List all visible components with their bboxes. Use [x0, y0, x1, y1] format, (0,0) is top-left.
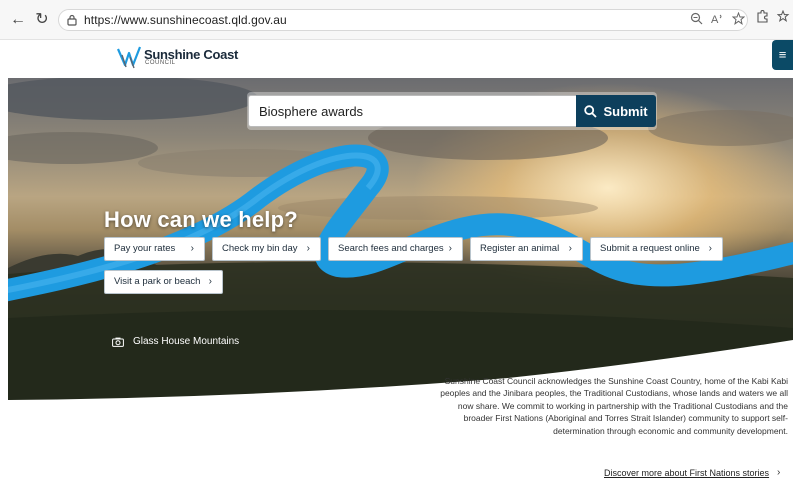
logo-subtitle: COUNCIL [145, 60, 176, 66]
read-aloud-icon[interactable]: A [710, 12, 726, 28]
svg-text:A: A [711, 14, 719, 25]
reload-icon[interactable]: ↻ [32, 10, 52, 30]
search-bar: Submit [247, 92, 657, 130]
chevron-right-icon: › [306, 243, 310, 254]
quick-link-submit-request[interactable]: Submit a request online › [590, 237, 723, 261]
acknowledgement-text: Sunshine Coast Council acknowledges the … [440, 376, 788, 436]
menu-button[interactable]: ≡ [772, 40, 793, 70]
photo-caption: Glass House Mountains [112, 336, 239, 347]
address-bar[interactable]: https://www.sunshinecoast.qld.gov.au A [58, 9, 748, 31]
favorites-bar-icon[interactable] [774, 9, 793, 30]
quick-link-pay-rates[interactable]: Pay your rates › [104, 237, 205, 261]
search-icon [584, 105, 598, 118]
favorite-star-icon[interactable] [730, 11, 746, 28]
quick-link-register-animal[interactable]: Register an animal › [470, 237, 583, 261]
chevron-right-icon: › [777, 467, 781, 478]
camera-icon [112, 337, 124, 347]
chevron-right-icon: › [190, 243, 194, 254]
search-input[interactable] [248, 95, 578, 127]
quick-link-park-beach[interactable]: Visit a park or beach › [104, 270, 223, 294]
chevron-right-icon: › [208, 276, 212, 287]
caption-text: Glass House Mountains [133, 336, 240, 347]
quick-link-label: Submit a request online [600, 243, 700, 254]
hero-banner: Submit How can we help? Pay your rates› … [8, 78, 793, 408]
logo-wave-icon [116, 46, 142, 69]
quick-link-bin-day[interactable]: Check my bin day › [212, 237, 321, 261]
first-nations-stories-link[interactable]: Discover more about First Nations storie… [604, 468, 769, 478]
help-heading: How can we help? [104, 207, 298, 232]
quick-link-label: Register an animal [480, 243, 560, 254]
browser-toolbar: ← ↻ https://www.sunshinecoast.qld.gov.au… [0, 0, 793, 40]
zoom-icon[interactable] [688, 12, 704, 28]
chevron-right-icon: › [708, 243, 712, 254]
submit-button[interactable]: Submit [576, 95, 656, 127]
chevron-right-icon: › [568, 243, 572, 254]
site-header: Sunshine Coast COUNCIL ≡ [0, 40, 793, 78]
quick-link-fees-charges[interactable]: Search fees and charges › [328, 237, 463, 261]
chevron-right-icon: › [448, 243, 452, 254]
url-text[interactable]: https://www.sunshinecoast.qld.gov.au [84, 13, 287, 27]
quick-link-label: Visit a park or beach [114, 276, 201, 287]
back-arrow-icon[interactable]: ← [8, 10, 28, 30]
submit-label: Submit [603, 104, 648, 120]
quick-link-label: Check my bin day [222, 243, 298, 254]
quick-link-label: Search fees and charges [338, 243, 444, 254]
quick-link-label: Pay your rates [114, 243, 176, 254]
lock-icon[interactable] [66, 14, 78, 26]
extensions-icon[interactable] [752, 10, 772, 30]
